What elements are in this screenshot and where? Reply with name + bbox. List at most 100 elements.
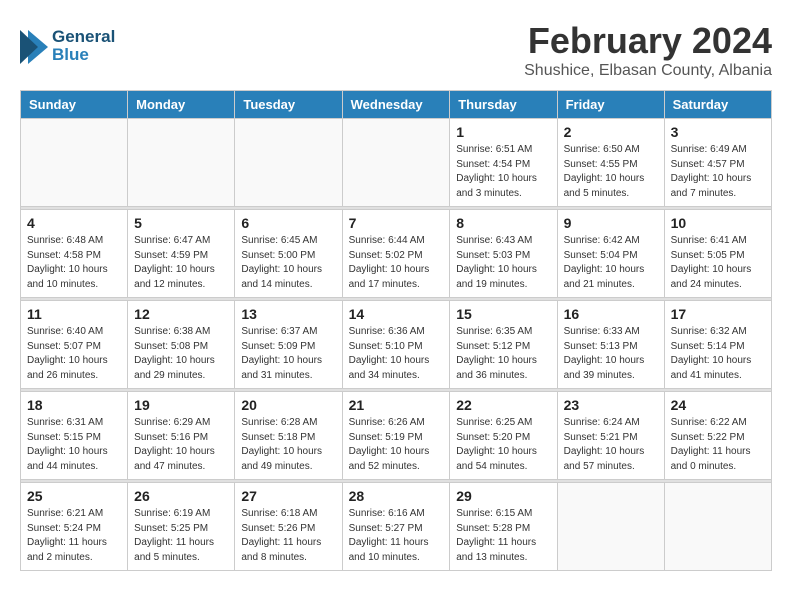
- col-wednesday: Wednesday: [342, 91, 450, 119]
- day-info: Sunrise: 6:28 AM Sunset: 5:18 PM Dayligh…: [241, 416, 335, 474]
- table-row: [235, 119, 342, 207]
- calendar-header-row: Sunday Monday Tuesday Wednesday Thursday…: [21, 91, 772, 119]
- col-sunday: Sunday: [21, 91, 128, 119]
- day-number: 12: [134, 306, 228, 322]
- day-info: Sunrise: 6:40 AM Sunset: 5:07 PM Dayligh…: [27, 325, 121, 383]
- table-row: 12Sunrise: 6:38 AM Sunset: 5:08 PM Dayli…: [128, 301, 235, 389]
- day-info: Sunrise: 6:26 AM Sunset: 5:19 PM Dayligh…: [349, 416, 444, 474]
- table-row: 10 Sunrise: 6:41 AM Sunset: 5:05 PM Dayli…: [664, 210, 771, 298]
- table-row: 17Sunrise: 6:32 AM Sunset: 5:14 PM Dayli…: [664, 301, 771, 389]
- logo-svg: General Blue: [20, 20, 140, 75]
- table-row: 5 Sunrise: 6:47 AM Sunset: 4:59 PM Daylig…: [128, 210, 235, 298]
- day-number: 28: [349, 488, 444, 504]
- table-row: 14 Sunrise: 6:36 AM Sunset: 5:10 PM Dayli…: [342, 301, 450, 389]
- logo: General Blue: [20, 20, 140, 80]
- table-row: 29Sunrise: 6:15 AM Sunset: 5:28 PM Dayli…: [450, 483, 557, 571]
- day-info: Sunrise: 6:45 AM Sunset: 5:00 PM Dayligh…: [241, 234, 335, 292]
- svg-text:General: General: [52, 27, 115, 46]
- month-title: February 2024: [524, 20, 772, 62]
- day-number: 13: [241, 306, 335, 322]
- day-number: 26: [134, 488, 228, 504]
- location-subtitle: Shushice, Elbasan County, Albania: [524, 62, 772, 80]
- day-info: Sunrise: 6:37 AM Sunset: 5:09 PM Dayligh…: [241, 325, 335, 383]
- day-info: Sunrise: 6:47 AM Sunset: 4:59 PM Dayligh…: [134, 234, 228, 292]
- col-friday: Friday: [557, 91, 664, 119]
- day-number: 22: [456, 397, 550, 413]
- col-monday: Monday: [128, 91, 235, 119]
- day-number: 15: [456, 306, 550, 322]
- table-row: 15 Sunrise: 6:35 AM Sunset: 5:12 PM Dayli…: [450, 301, 557, 389]
- table-row: 27 Sunrise: 6:18 AM Sunset: 5:26 PM Dayli…: [235, 483, 342, 571]
- col-tuesday: Tuesday: [235, 91, 342, 119]
- table-row: 11 Sunrise: 6:40 AM Sunset: 5:07 PM Dayli…: [21, 301, 128, 389]
- day-number: 10: [671, 215, 765, 231]
- day-info: Sunrise: 6:16 AM Sunset: 5:27 PM Dayligh…: [349, 507, 444, 565]
- day-number: 4: [27, 215, 121, 231]
- table-row: 2Sunrise: 6:50 AM Sunset: 4:55 PM Daylig…: [557, 119, 664, 207]
- day-number: 5: [134, 215, 228, 231]
- day-number: 24: [671, 397, 765, 413]
- calendar-week-row: 1 Sunrise: 6:51 AM Sunset: 4:54 PM Daylig…: [21, 119, 772, 207]
- table-row: 4 Sunrise: 6:48 AM Sunset: 4:58 PM Daylig…: [21, 210, 128, 298]
- day-number: 1: [456, 124, 550, 140]
- table-row: 26Sunrise: 6:19 AM Sunset: 5:25 PM Dayli…: [128, 483, 235, 571]
- day-number: 8: [456, 215, 550, 231]
- table-row: 1 Sunrise: 6:51 AM Sunset: 4:54 PM Daylig…: [450, 119, 557, 207]
- day-number: 3: [671, 124, 765, 140]
- table-row: 22 Sunrise: 6:25 AM Sunset: 5:20 PM Dayli…: [450, 392, 557, 480]
- calendar-week-row: 25Sunrise: 6:21 AM Sunset: 5:24 PM Dayli…: [21, 483, 772, 571]
- day-number: 29: [456, 488, 550, 504]
- table-row: [128, 119, 235, 207]
- day-info: Sunrise: 6:43 AM Sunset: 5:03 PM Dayligh…: [456, 234, 550, 292]
- day-info: Sunrise: 6:49 AM Sunset: 4:57 PM Dayligh…: [671, 143, 765, 201]
- day-info: Sunrise: 6:31 AM Sunset: 5:15 PM Dayligh…: [27, 416, 121, 474]
- day-info: Sunrise: 6:50 AM Sunset: 4:55 PM Dayligh…: [564, 143, 658, 201]
- table-row: [664, 483, 771, 571]
- day-number: 9: [564, 215, 658, 231]
- table-row: 3 Sunrise: 6:49 AM Sunset: 4:57 PM Daylig…: [664, 119, 771, 207]
- day-info: Sunrise: 6:41 AM Sunset: 5:05 PM Dayligh…: [671, 234, 765, 292]
- col-thursday: Thursday: [450, 91, 557, 119]
- table-row: [557, 483, 664, 571]
- table-row: 16 Sunrise: 6:33 AM Sunset: 5:13 PM Dayli…: [557, 301, 664, 389]
- day-number: 6: [241, 215, 335, 231]
- table-row: 21Sunrise: 6:26 AM Sunset: 5:19 PM Dayli…: [342, 392, 450, 480]
- day-number: 14: [349, 306, 444, 322]
- day-number: 19: [134, 397, 228, 413]
- day-number: 11: [27, 306, 121, 322]
- day-info: Sunrise: 6:35 AM Sunset: 5:12 PM Dayligh…: [456, 325, 550, 383]
- table-row: [21, 119, 128, 207]
- table-row: 19 Sunrise: 6:29 AM Sunset: 5:16 PM Dayli…: [128, 392, 235, 480]
- day-info: Sunrise: 6:36 AM Sunset: 5:10 PM Dayligh…: [349, 325, 444, 383]
- day-number: 25: [27, 488, 121, 504]
- day-info: Sunrise: 6:25 AM Sunset: 5:20 PM Dayligh…: [456, 416, 550, 474]
- table-row: 20 Sunrise: 6:28 AM Sunset: 5:18 PM Dayli…: [235, 392, 342, 480]
- table-row: 7 Sunrise: 6:44 AM Sunset: 5:02 PM Daylig…: [342, 210, 450, 298]
- calendar-week-row: 11 Sunrise: 6:40 AM Sunset: 5:07 PM Dayli…: [21, 301, 772, 389]
- day-info: Sunrise: 6:24 AM Sunset: 5:21 PM Dayligh…: [564, 416, 658, 474]
- table-row: 25Sunrise: 6:21 AM Sunset: 5:24 PM Dayli…: [21, 483, 128, 571]
- day-info: Sunrise: 6:29 AM Sunset: 5:16 PM Dayligh…: [134, 416, 228, 474]
- table-row: 8 Sunrise: 6:43 AM Sunset: 5:03 PM Daylig…: [450, 210, 557, 298]
- day-number: 7: [349, 215, 444, 231]
- day-number: 18: [27, 397, 121, 413]
- day-info: Sunrise: 6:48 AM Sunset: 4:58 PM Dayligh…: [27, 234, 121, 292]
- day-number: 16: [564, 306, 658, 322]
- svg-text:Blue: Blue: [52, 45, 89, 64]
- table-row: 28 Sunrise: 6:16 AM Sunset: 5:27 PM Dayli…: [342, 483, 450, 571]
- table-row: [342, 119, 450, 207]
- day-number: 23: [564, 397, 658, 413]
- table-row: 23 Sunrise: 6:24 AM Sunset: 5:21 PM Dayli…: [557, 392, 664, 480]
- day-info: Sunrise: 6:42 AM Sunset: 5:04 PM Dayligh…: [564, 234, 658, 292]
- table-row: 18 Sunrise: 6:31 AM Sunset: 5:15 PM Dayli…: [21, 392, 128, 480]
- day-info: Sunrise: 6:18 AM Sunset: 5:26 PM Dayligh…: [241, 507, 335, 565]
- page-header: General Blue February 2024 Shushice, Elb…: [20, 20, 772, 80]
- day-info: Sunrise: 6:51 AM Sunset: 4:54 PM Dayligh…: [456, 143, 550, 201]
- day-number: 27: [241, 488, 335, 504]
- day-number: 20: [241, 397, 335, 413]
- day-number: 17: [671, 306, 765, 322]
- col-saturday: Saturday: [664, 91, 771, 119]
- day-info: Sunrise: 6:33 AM Sunset: 5:13 PM Dayligh…: [564, 325, 658, 383]
- day-info: Sunrise: 6:44 AM Sunset: 5:02 PM Dayligh…: [349, 234, 444, 292]
- calendar-week-row: 18 Sunrise: 6:31 AM Sunset: 5:15 PM Dayli…: [21, 392, 772, 480]
